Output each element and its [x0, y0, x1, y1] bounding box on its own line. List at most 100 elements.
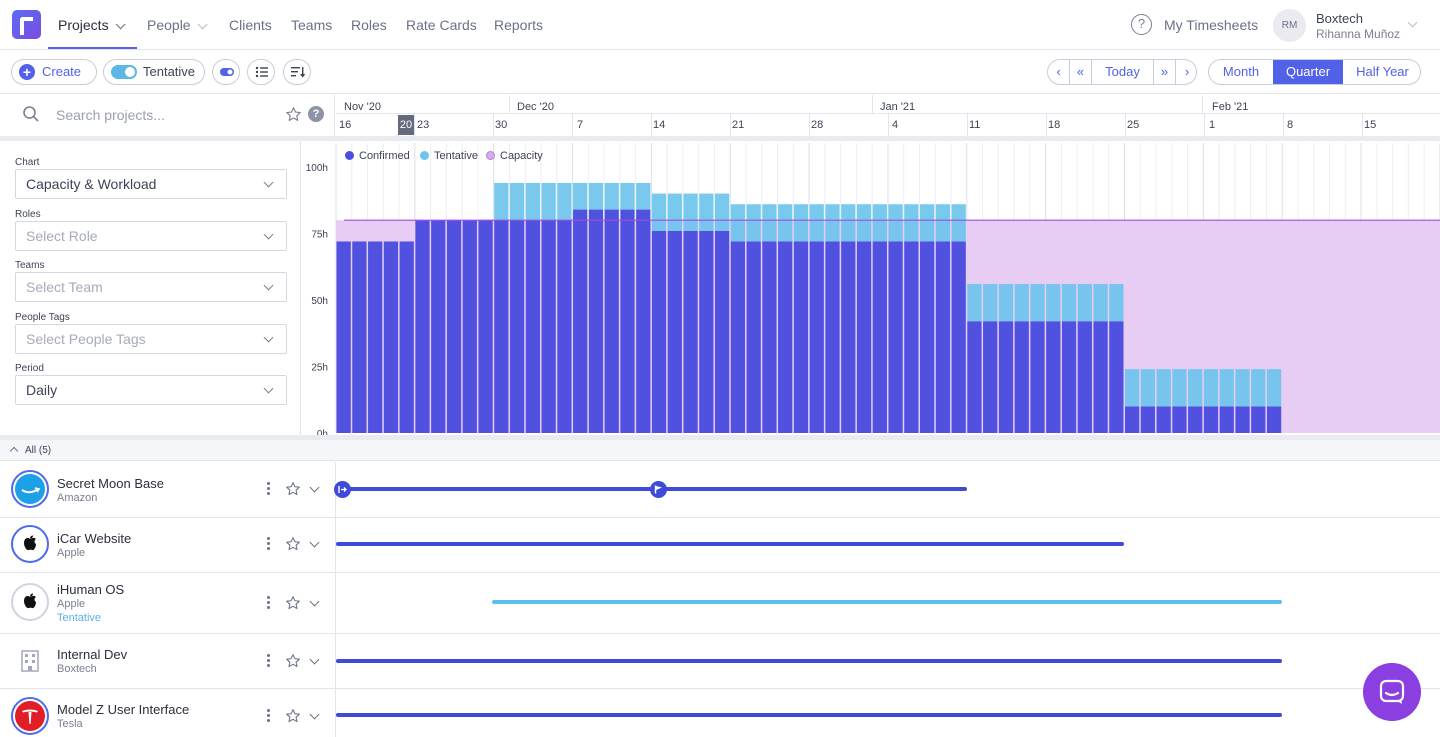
week-label: 16 [339, 119, 352, 131]
chevron-down-icon[interactable] [309, 709, 320, 720]
client-name: Tesla [57, 718, 83, 730]
flag-milestone-icon[interactable] [650, 481, 667, 498]
nav-reports[interactable]: Reports [494, 0, 543, 50]
star-icon[interactable] [285, 481, 301, 497]
project-timeline-bar[interactable] [336, 659, 1282, 663]
team-select[interactable]: Select Team [15, 272, 287, 302]
star-icon[interactable] [285, 595, 301, 611]
project-name[interactable]: Model Z User Interface [57, 702, 189, 717]
client-name: Amazon [57, 492, 98, 504]
chevron-down-icon [263, 332, 274, 343]
tentative-bar [1109, 284, 1124, 322]
chevron-down-icon[interactable] [309, 596, 320, 607]
help-icon[interactable]: ? [1131, 14, 1152, 35]
more-options-icon[interactable] [267, 654, 271, 669]
confirmed-bar [746, 241, 761, 433]
tentative-bar [904, 204, 919, 242]
range-month[interactable]: Month [1209, 60, 1273, 84]
legend-capacity: Capacity [486, 150, 543, 162]
star-icon[interactable] [285, 106, 302, 123]
project-timeline-bar[interactable] [336, 542, 1124, 546]
project-name[interactable]: Secret Moon Base [57, 476, 164, 491]
nav-people[interactable]: People [147, 0, 208, 50]
week-label: 28 [811, 119, 824, 131]
people-tags-select[interactable]: Select People Tags [15, 324, 287, 354]
tentative-bar [841, 204, 856, 242]
project-name[interactable]: Internal Dev [57, 647, 127, 662]
confirmed-bar [967, 321, 982, 433]
prev-fast-button[interactable]: « [1070, 60, 1092, 84]
project-timeline-bar[interactable] [336, 713, 1282, 717]
period-select[interactable]: Daily [15, 375, 287, 405]
tentative-bar [793, 204, 809, 242]
group-header[interactable]: All (5) [0, 440, 1440, 461]
confirmed-bar [919, 241, 935, 433]
confirmed-bar [573, 209, 588, 433]
chevron-down-icon [263, 383, 274, 394]
confirmed-bar [825, 241, 840, 433]
confirmed-bar [872, 241, 887, 433]
nav-clients[interactable]: Clients [229, 0, 272, 50]
today-button[interactable]: Today [1092, 60, 1154, 84]
chevron-up-icon[interactable] [9, 446, 19, 456]
more-options-icon[interactable] [267, 482, 271, 497]
start-milestone-icon[interactable] [334, 481, 351, 498]
range-half-year[interactable]: Half Year [1343, 60, 1420, 84]
chart-select[interactable]: Capacity & Workload [15, 169, 287, 199]
more-options-icon[interactable] [267, 709, 271, 724]
confirmed-bar [1140, 406, 1156, 433]
tentative-toggle[interactable]: Tentative [103, 59, 205, 85]
table-row[interactable]: Internal Dev Boxtech [0, 634, 1440, 689]
confirmed-bar [1030, 321, 1045, 433]
tesla-icon [15, 701, 45, 731]
sort-button[interactable] [283, 59, 311, 85]
tentative-bar [1156, 369, 1171, 407]
project-timeline-bar[interactable] [492, 600, 1282, 604]
star-icon[interactable] [285, 708, 301, 724]
table-row[interactable]: iHuman OS Apple Tentative [0, 573, 1440, 634]
y-tick-label: 75h [311, 230, 328, 241]
next-fast-button[interactable]: » [1154, 60, 1176, 84]
chat-support-button[interactable] [1363, 663, 1421, 721]
nav-roles[interactable]: Roles [351, 0, 387, 50]
nav-rate-cards[interactable]: Rate Cards [406, 0, 477, 50]
nav-projects[interactable]: Projects [58, 0, 126, 50]
chevron-down-icon[interactable] [309, 482, 320, 493]
star-icon[interactable] [285, 653, 301, 669]
confirmed-bar [730, 241, 746, 433]
chevron-down-icon[interactable] [309, 654, 320, 665]
prev-button[interactable]: ‹ [1048, 60, 1070, 84]
tentative-bar [714, 193, 730, 231]
chevron-down-icon [263, 177, 274, 188]
star-icon[interactable] [285, 536, 301, 552]
table-row[interactable]: Secret Moon Base Amazon [0, 462, 1440, 518]
create-button[interactable]: + Create [11, 59, 97, 85]
tentative-status: Tentative [57, 612, 102, 624]
table-row[interactable]: Model Z User Interface Tesla [0, 689, 1440, 737]
list-view-button[interactable] [247, 59, 275, 85]
week-label: 25 [1127, 119, 1140, 131]
search-input[interactable] [56, 105, 276, 125]
help-icon[interactable]: ? [308, 106, 324, 122]
tentative-bar [620, 182, 635, 210]
range-quarter[interactable]: Quarter [1273, 60, 1343, 84]
apple-icon [15, 587, 45, 617]
my-timesheets-link[interactable]: My Timesheets [1164, 17, 1258, 33]
confirmed-bar [1172, 406, 1187, 433]
role-select[interactable]: Select Role [15, 221, 287, 251]
chevron-down-icon[interactable] [1407, 17, 1418, 28]
table-row[interactable]: iCar Website Apple [0, 518, 1440, 573]
chevron-down-icon[interactable] [309, 537, 320, 548]
next-button[interactable]: › [1176, 60, 1196, 84]
app-logo[interactable] [12, 10, 41, 39]
confirmed-bar [1061, 321, 1077, 433]
avatar[interactable]: RM [1273, 9, 1306, 42]
tentative-bar [636, 182, 651, 210]
project-name[interactable]: iHuman OS [57, 582, 124, 597]
nav-teams[interactable]: Teams [291, 0, 332, 50]
more-options-icon[interactable] [267, 596, 271, 611]
toggle-view-button[interactable] [212, 59, 240, 85]
project-name[interactable]: iCar Website [57, 531, 131, 546]
toggle-switch [111, 65, 137, 79]
more-options-icon[interactable] [267, 537, 271, 552]
